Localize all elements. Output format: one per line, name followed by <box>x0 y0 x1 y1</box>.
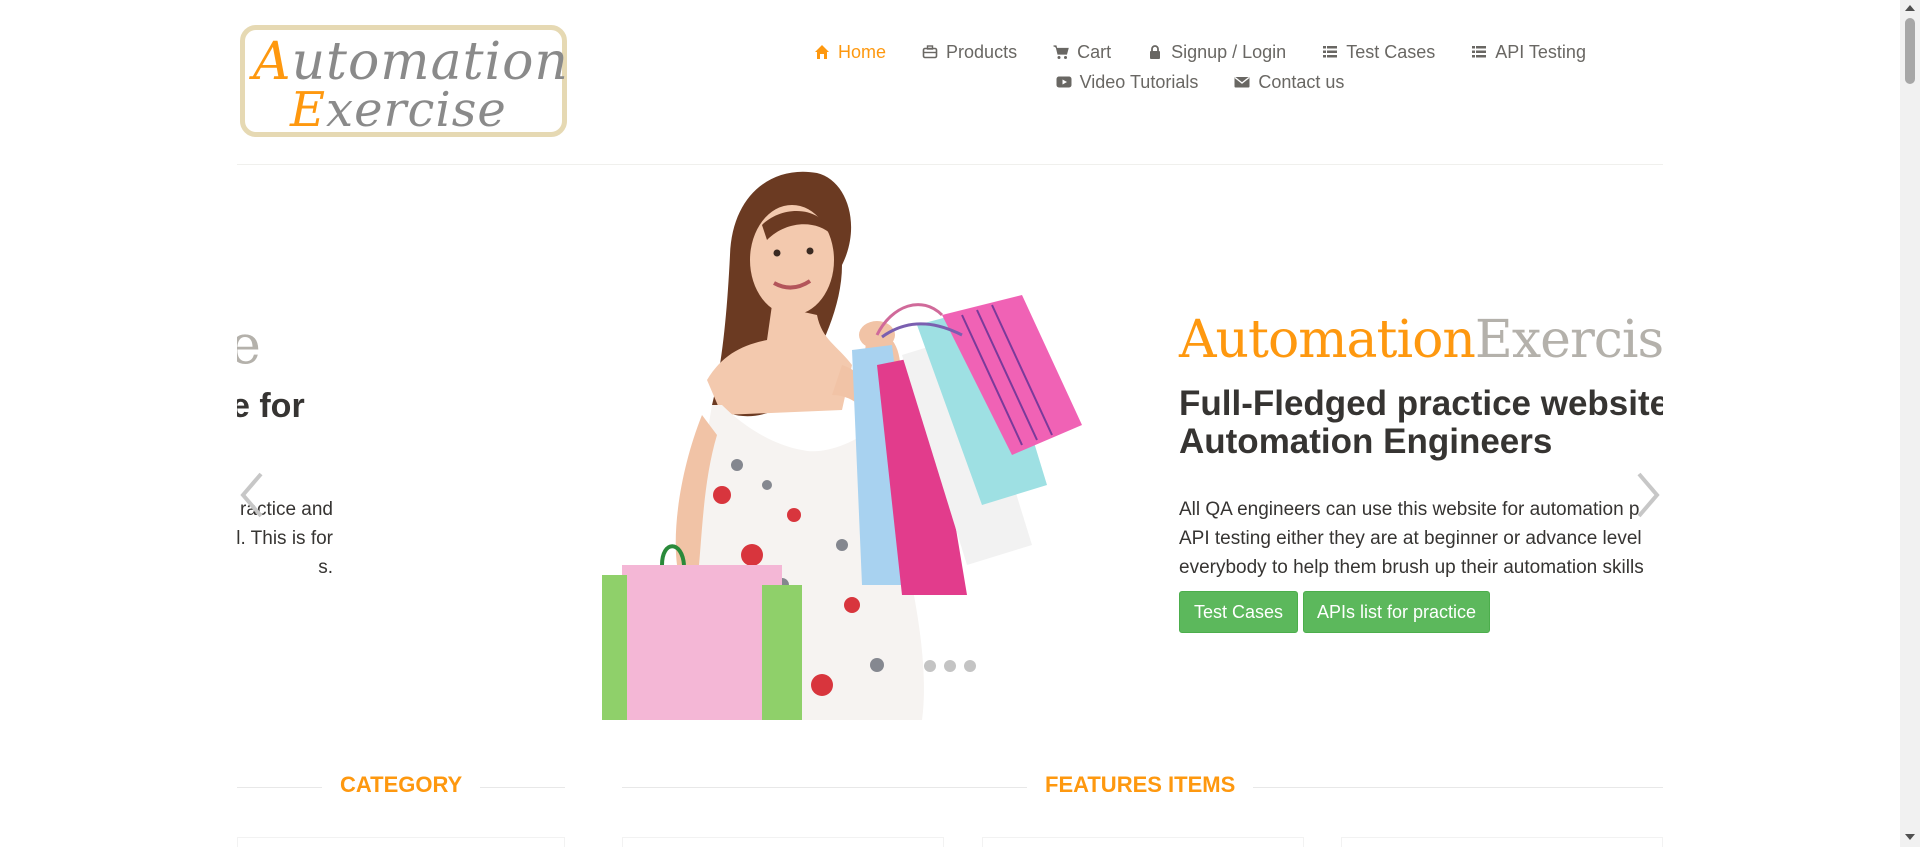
list-icon <box>1472 46 1487 58</box>
prev-slide-title: e <box>237 313 261 376</box>
category-heading: CATEGORY <box>322 772 481 798</box>
nav-products-label: Products <box>946 41 1018 62</box>
product-card <box>622 837 944 847</box>
nav-test-cases-label: Test Cases <box>1346 41 1436 62</box>
nav-signup-login-label: Signup / Login <box>1171 41 1287 62</box>
nav-signup-login[interactable]: Signup / Login <box>1129 37 1304 67</box>
product-card <box>982 837 1304 847</box>
nav-api-testing[interactable]: API Testing <box>1453 37 1604 67</box>
carousel-dot[interactable] <box>924 660 936 672</box>
nav-products[interactable]: Products <box>904 37 1035 67</box>
hero-image-shopping-girl <box>602 171 1082 720</box>
carousel-dot[interactable] <box>944 660 956 672</box>
carousel-dot[interactable] <box>964 660 976 672</box>
list-icon <box>1323 46 1338 58</box>
product-card <box>1341 837 1663 847</box>
prev-slide-headline: e for <box>237 387 305 425</box>
main-nav: Home Products Cart Signup / Login Test C… <box>700 37 1700 97</box>
youtube-icon <box>1056 76 1072 88</box>
carousel-indicators <box>924 660 976 672</box>
nav-api-testing-label: API Testing <box>1495 41 1586 62</box>
page: Automation Exercise Home Products Cart S… <box>0 0 1900 847</box>
slide-title: AutomationExercise <box>1179 310 1663 370</box>
nav-contact-us-label: Contact us <box>1258 71 1345 92</box>
vertical-scrollbar[interactable] <box>1900 0 1920 847</box>
carousel-next-arrow[interactable] <box>1633 470 1663 520</box>
nav-video-tutorials-label: Video Tutorials <box>1079 71 1199 92</box>
apis-list-button[interactable]: APIs list for practice <box>1303 591 1490 633</box>
nav-home[interactable]: Home <box>796 37 904 67</box>
nav-row-2: Video Tutorials Contact us <box>700 67 1700 97</box>
hero-carousel: e e for ractice and l. This is for s. Au… <box>237 165 1663 720</box>
nav-test-cases[interactable]: Test Cases <box>1304 37 1453 67</box>
features-heading: FEATURES ITEMS <box>1027 772 1254 798</box>
scrollbar-thumb[interactable] <box>1905 18 1915 84</box>
slide-headline: Full-Fledged practice website Automation… <box>1179 384 1663 461</box>
lock-icon <box>1150 45 1161 59</box>
briefcase-icon <box>922 45 938 59</box>
nav-cart-label: Cart <box>1077 41 1112 62</box>
category-panel <box>237 837 565 847</box>
cart-icon <box>1053 45 1069 59</box>
nav-home-label: Home <box>838 41 887 62</box>
slide-description: All QA engineers can use this website fo… <box>1179 499 1644 578</box>
nav-contact-us[interactable]: Contact us <box>1216 67 1362 97</box>
nav-video-tutorials[interactable]: Video Tutorials <box>1038 67 1217 97</box>
envelope-icon <box>1234 76 1250 88</box>
logo-line-2: Exercise <box>290 82 507 138</box>
scroll-down-arrow[interactable] <box>1905 834 1915 840</box>
site-logo[interactable]: Automation Exercise <box>240 25 568 138</box>
home-icon <box>815 45 830 59</box>
carousel-prev-arrow[interactable] <box>237 470 267 520</box>
scroll-up-arrow[interactable] <box>1905 5 1915 11</box>
test-cases-button[interactable]: Test Cases <box>1179 591 1298 633</box>
previous-slide-fragment: e e for ractice and l. This is for s. <box>237 165 357 720</box>
nav-row-1: Home Products Cart Signup / Login Test C… <box>700 37 1700 67</box>
nav-cart[interactable]: Cart <box>1035 37 1129 67</box>
